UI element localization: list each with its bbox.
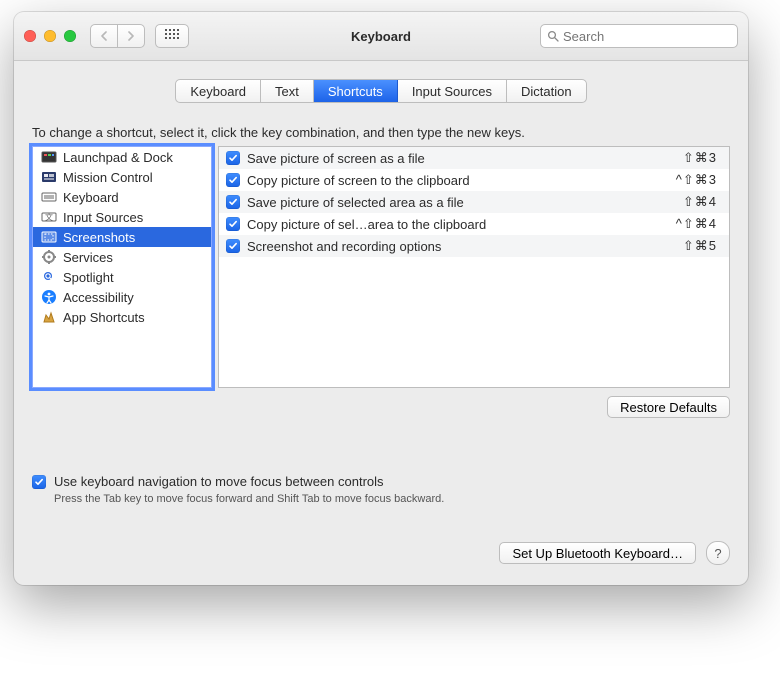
window-controls [24,30,76,42]
shortcut-list-pane[interactable]: Save picture of screen as a file⇧⌘3Copy … [218,146,730,388]
pane-body: KeyboardTextShortcutsInput SourcesDictat… [14,61,748,585]
services-icon [41,249,57,265]
category-services[interactable]: Services [33,247,211,267]
category-label: Mission Control [63,170,153,185]
svg-text:文: 文 [45,212,53,222]
category-screenshots[interactable]: Screenshots [33,227,211,247]
search-input[interactable] [563,29,731,44]
launchpad-icon [41,149,57,165]
tabs: KeyboardTextShortcutsInput SourcesDictat… [32,79,730,103]
keyboard-navigation-label: Use keyboard navigation to move focus be… [54,474,384,489]
tabbar: KeyboardTextShortcutsInput SourcesDictat… [175,79,586,103]
category-label: Screenshots [63,230,135,245]
keyboard-navigation-row: Use keyboard navigation to move focus be… [32,474,730,489]
shortcut-row[interactable]: Copy picture of sel…area to the clipboar… [219,213,729,235]
shortcut-enabled-checkbox[interactable] [226,239,240,253]
restore-defaults-button[interactable]: Restore Defaults [607,396,730,418]
category-label: Input Sources [63,210,143,225]
shortcut-keys[interactable]: ^⇧⌘4 [647,213,729,235]
input-sources-icon: 文 [41,209,57,225]
split-panes: Launchpad & Dock Mission Control Keyboard 文… [32,146,730,386]
shortcut-list: Save picture of screen as a file⇧⌘3Copy … [219,147,729,257]
tab-keyboard[interactable]: Keyboard [176,80,261,102]
tab-input-sources[interactable]: Input Sources [398,80,507,102]
category-mission-control[interactable]: Mission Control [33,167,211,187]
accessibility-icon [41,289,57,305]
shortcut-label: Copy picture of sel…area to the clipboar… [247,213,647,235]
footer: Set Up Bluetooth Keyboard… ? [32,541,730,565]
grid-icon [165,29,179,43]
search-field[interactable] [540,24,738,48]
screenshots-icon [41,229,57,245]
shortcut-row[interactable]: Screenshot and recording options⇧⌘5 [219,235,729,257]
shortcut-enabled-checkbox[interactable] [226,217,240,231]
shortcut-label: Screenshot and recording options [247,235,647,257]
keyboard-navigation-help: Press the Tab key to move focus forward … [54,493,730,505]
shortcut-label: Copy picture of screen to the clipboard [247,169,647,191]
shortcut-enabled-checkbox[interactable] [226,195,240,209]
category-label: Accessibility [63,290,134,305]
chevron-left-icon [100,31,108,41]
category-launchpad-dock[interactable]: Launchpad & Dock [33,147,211,167]
chevron-right-icon [127,31,135,41]
shortcut-row[interactable]: Copy picture of screen to the clipboard^… [219,169,729,191]
shortcut-label: Save picture of selected area as a file [247,191,647,213]
category-keyboard[interactable]: Keyboard [33,187,211,207]
help-button[interactable]: ? [706,541,730,565]
setup-bluetooth-keyboard-button[interactable]: Set Up Bluetooth Keyboard… [499,542,696,564]
close-window-button[interactable] [24,30,36,42]
shortcut-row[interactable]: Save picture of screen as a file⇧⌘3 [219,147,729,169]
category-input-sources[interactable]: 文 Input Sources [33,207,211,227]
checkmark-icon [34,477,44,487]
shortcut-keys[interactable]: ⇧⌘5 [647,235,729,257]
spotlight-icon [41,269,57,285]
category-label: Spotlight [63,270,114,285]
category-label: App Shortcuts [63,310,145,325]
shortcut-keys[interactable]: ⇧⌘4 [647,191,729,213]
instruction-text: To change a shortcut, select it, click t… [32,125,730,140]
shortcut-keys[interactable]: ^⇧⌘3 [647,169,729,191]
titlebar: Keyboard [14,12,748,61]
tab-text[interactable]: Text [261,80,314,102]
category-label: Keyboard [63,190,119,205]
keyboard-navigation-checkbox[interactable] [32,475,46,489]
shortcut-enabled-checkbox[interactable] [226,151,240,165]
category-label: Launchpad & Dock [63,150,173,165]
zoom-window-button[interactable] [64,30,76,42]
category-list-pane[interactable]: Launchpad & Dock Mission Control Keyboard 文… [32,146,212,388]
category-label: Services [63,250,113,265]
back-button[interactable] [91,25,118,47]
nav-back-forward [90,24,145,48]
minimize-window-button[interactable] [44,30,56,42]
category-list: Launchpad & Dock Mission Control Keyboard 文… [33,147,211,327]
show-all-button[interactable] [155,24,189,48]
mission-control-icon [41,169,57,185]
app-shortcuts-icon [41,309,57,325]
forward-button[interactable] [118,25,144,47]
tab-dictation[interactable]: Dictation [507,80,586,102]
search-icon [547,30,559,42]
category-accessibility[interactable]: Accessibility [33,287,211,307]
shortcut-enabled-checkbox[interactable] [226,173,240,187]
keyboard-icon [41,189,57,205]
shortcut-keys[interactable]: ⇧⌘3 [647,147,729,169]
shortcut-row[interactable]: Save picture of selected area as a file⇧… [219,191,729,213]
tab-shortcuts[interactable]: Shortcuts [314,80,398,102]
preferences-window: Keyboard KeyboardTextShortcutsInput Sour… [14,12,748,585]
category-spotlight[interactable]: Spotlight [33,267,211,287]
shortcut-label: Save picture of screen as a file [247,147,647,169]
category-app-shortcuts[interactable]: App Shortcuts [33,307,211,327]
